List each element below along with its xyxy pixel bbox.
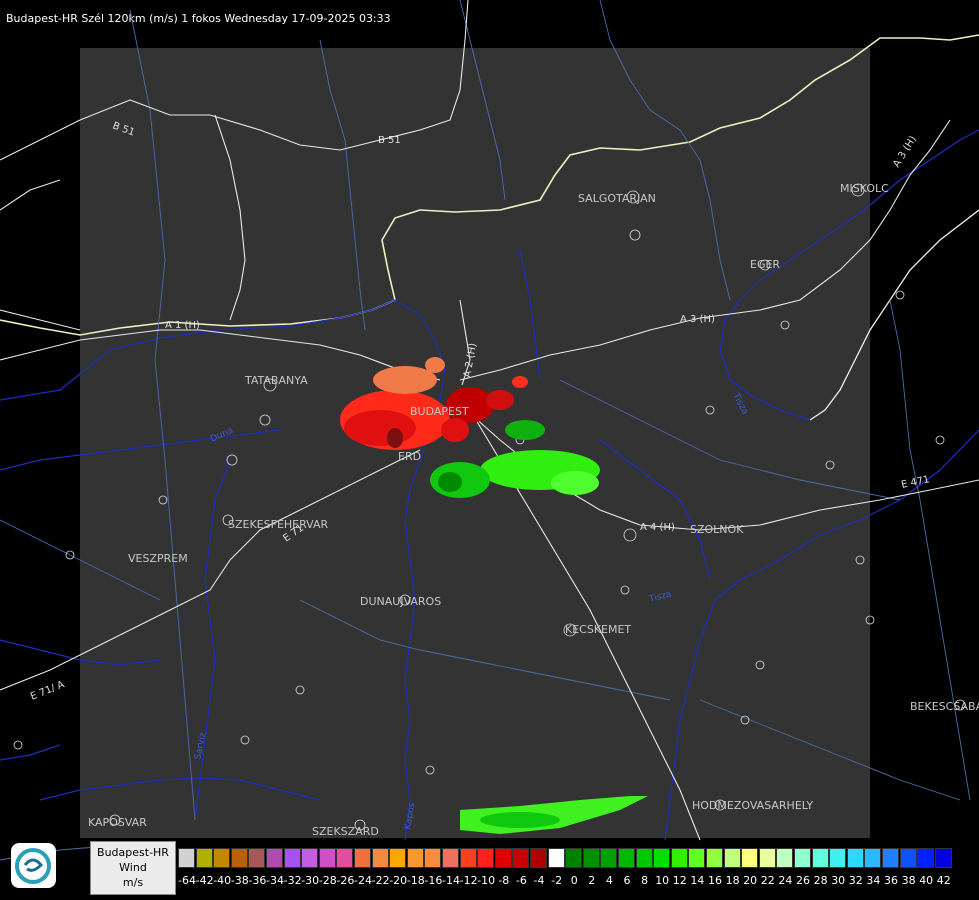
road-label-a4: A 4 (H) [640, 522, 675, 533]
legend-swatch [811, 848, 829, 868]
omsz-logo [11, 843, 56, 888]
road-label-a3: A 3 (H) [680, 314, 715, 325]
city-label-tatabanya: TATABANYA [244, 374, 308, 387]
radar-map: SALGOTARJAN MISKOLC EGER TATABANYA BUDAP… [0, 0, 979, 861]
legend-swatch [178, 848, 195, 868]
legend-swatch [283, 848, 301, 868]
legend-swatch [494, 848, 512, 868]
legend-swatch [336, 848, 354, 868]
legend-swatch [512, 848, 530, 868]
legend-swatch [442, 848, 459, 868]
legend-station: Budapest-HR [97, 846, 169, 859]
legend-swatch [635, 848, 653, 868]
city-label-szekszard: SZEKSZARD [312, 825, 379, 838]
legend-swatch [318, 848, 336, 868]
legend-swatch [213, 848, 231, 868]
city-label-szekesfehervar: SZEKESFEHERVAR [228, 518, 329, 531]
road-label-a1: A 1 (H) [165, 320, 200, 331]
city-label-miskolc: MISKOLC [840, 182, 889, 195]
city-label-erd: ERD [398, 450, 421, 463]
legend-swatch [600, 848, 618, 868]
legend-swatch [547, 848, 565, 868]
city-label-salgotarjan: SALGOTARJAN [578, 192, 656, 205]
road-label-e71-south: E 71/ A [29, 679, 66, 703]
legend-quantity: Wind [119, 861, 147, 874]
city-label-budapest: BUDAPEST [410, 405, 469, 418]
legend-swatch [670, 848, 688, 868]
legend-swatch [459, 848, 477, 868]
legend-tick-label: 42 [936, 874, 951, 887]
legend-swatch [248, 848, 266, 868]
road-label-b51-east: B 51 [378, 135, 401, 146]
legend-swatch [758, 848, 776, 868]
city-label-kaposvar: KAPOSVAR [88, 816, 147, 829]
swirl-logo-icon [15, 848, 51, 884]
legend-swatch [846, 848, 864, 868]
legend-swatch [706, 848, 723, 868]
legend-swatch [776, 848, 794, 868]
legend-swatch [794, 848, 811, 868]
legend-swatch [582, 848, 600, 868]
radar-coverage-area [80, 48, 870, 838]
legend-swatch [688, 848, 706, 868]
legend-swatch [371, 848, 389, 868]
city-label-hodmezovasarhely: HODMEZOVASARHELY [692, 799, 813, 812]
city-label-kecskemet: KECSKEMET [565, 623, 631, 636]
legend-swatch [424, 848, 442, 868]
city-label-szolnok: SZOLNOK [690, 523, 744, 536]
legend-swatch [565, 848, 583, 868]
city-label-veszprem: VESZPREM [128, 552, 188, 565]
legend-swatch [723, 848, 741, 868]
city-label-dunaujvaros: DUNAUJVAROS [360, 595, 441, 608]
legend-swatch [301, 848, 319, 868]
legend-label-box: Budapest-HR Wind m/s [90, 841, 176, 895]
legend-swatch [406, 848, 424, 868]
legend-swatch [741, 848, 759, 868]
legend-swatch [477, 848, 495, 868]
legend-swatch [653, 848, 671, 868]
legend-swatch [864, 848, 882, 868]
legend-swatch [389, 848, 407, 868]
road-label-a3-north: A 3 (H) [891, 134, 919, 169]
legend-swatch [530, 848, 547, 868]
city-label-bekescsaba: BEKESCSABA [910, 700, 979, 713]
city-label-eger: EGER [750, 258, 780, 271]
legend-swatch [618, 848, 635, 868]
legend-swatch [882, 848, 899, 868]
legend-unit: m/s [122, 876, 144, 889]
legend-swatch [934, 848, 952, 868]
legend-swatch [230, 848, 248, 868]
legend-swatch [829, 848, 847, 868]
legend-swatch [917, 848, 935, 868]
legend-swatch [899, 848, 917, 868]
legend-swatch [354, 848, 371, 868]
legend-swatch [195, 848, 213, 868]
legend-swatch [266, 848, 283, 868]
